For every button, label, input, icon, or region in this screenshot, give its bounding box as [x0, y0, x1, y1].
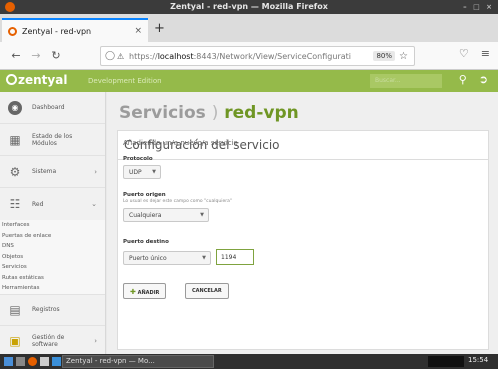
- tab-strip: Zentyal - red-vpn × +: [0, 14, 498, 42]
- protocol-label: Protocolo: [123, 156, 153, 162]
- zoom-level[interactable]: 80%: [373, 51, 396, 61]
- bookmark-star-icon[interactable]: ☆: [399, 51, 408, 62]
- url-bar[interactable]: ◯ ⚠ https://localhost:8443/Network/View/…: [100, 46, 415, 66]
- taskbar-tray: [428, 356, 464, 367]
- navigation-bar: ← → ↻ ◯ ⚠ https://localhost:8443/Network…: [0, 42, 498, 70]
- taskbar-task-firefox[interactable]: Zentyal - red-vpn — Mo...: [62, 355, 214, 368]
- page-title: Servicios ) red-vpn: [119, 103, 299, 123]
- close-icon[interactable]: ×: [134, 26, 142, 36]
- plus-icon: ✚: [130, 288, 136, 296]
- chevron-down-icon: ▼: [152, 169, 156, 175]
- source-port-help: Lo usual es dejar este campo como "cualq…: [123, 199, 232, 204]
- terminal-icon[interactable]: [40, 357, 49, 366]
- logout-icon[interactable]: ➲: [479, 73, 488, 86]
- sidebar: ◉ Dashboard ▦ Estado de los Módulos ⚙ Si…: [0, 92, 106, 358]
- sidebar-item-system[interactable]: ⚙ Sistema ›: [0, 156, 105, 188]
- submenu-item-objects[interactable]: Objetos: [0, 252, 105, 263]
- browser-tab[interactable]: Zentyal - red-vpn ×: [2, 18, 148, 42]
- chevron-right-icon: ›: [94, 337, 97, 345]
- zentyal-favicon-icon: [8, 26, 17, 36]
- back-icon[interactable]: ←: [6, 49, 26, 62]
- network-submenu: Interfaces Puertas de enlace DNS Objetos…: [0, 220, 105, 294]
- url-text[interactable]: https://localhost:8443/Network/View/Serv…: [129, 52, 373, 61]
- breadcrumb-parent[interactable]: Servicios: [119, 103, 206, 123]
- service-config-card: Configuración del servicio: [117, 130, 489, 350]
- search-input[interactable]: Buscar...: [370, 74, 442, 88]
- firefox-icon[interactable]: [28, 357, 37, 366]
- submenu-item-interfaces[interactable]: Interfaces: [0, 220, 105, 231]
- new-tab-icon[interactable]: +: [154, 21, 165, 36]
- protocol-select[interactable]: UDP ▼: [123, 165, 161, 179]
- breadcrumb-current: red-vpn: [224, 103, 299, 123]
- zentyal-header: zentyal Development Edition Buscar... ⚲ …: [0, 70, 498, 92]
- sidebar-item-software[interactable]: ▣ Gestión de software ›: [0, 326, 105, 358]
- dest-port-input[interactable]: 1194: [216, 249, 254, 265]
- breadcrumb-separator: ): [211, 103, 219, 123]
- form-subtitle: Añadiendo un/a nuevo/a servicio: [123, 139, 238, 147]
- dest-port-label: Puerto destino: [123, 239, 169, 245]
- sidebar-item-module-status[interactable]: ▦ Estado de los Módulos: [0, 124, 105, 156]
- submenu-item-static-routes[interactable]: Rutas estáticas: [0, 273, 105, 284]
- clock: 15:54: [468, 356, 489, 364]
- window-list-icon[interactable]: [52, 357, 61, 366]
- lock-icon[interactable]: ⚠: [117, 52, 129, 61]
- chevron-down-icon: ▼: [200, 212, 204, 218]
- logs-icon: ▤: [9, 302, 21, 317]
- module-status-icon: ▦: [9, 132, 21, 147]
- menu-launcher-icon[interactable]: [4, 357, 13, 366]
- window-title: Zentyal - red-vpn — Mozilla Firefox: [170, 2, 328, 11]
- dest-port-type-select[interactable]: Puerto único ▼: [123, 251, 211, 265]
- edition-label: Development Edition: [88, 77, 162, 85]
- window-controls[interactable]: – □ ×: [463, 0, 494, 14]
- zentyal-logo[interactable]: zentyal: [6, 73, 67, 87]
- submenu-item-tools[interactable]: Herramientas: [0, 283, 105, 294]
- sidebar-item-logs[interactable]: ▤ Registros: [0, 293, 105, 326]
- menu-icon[interactable]: ≡: [481, 47, 490, 60]
- source-port-select[interactable]: Cualquiera ▼: [123, 208, 209, 222]
- add-button[interactable]: ✚ AÑADIR: [123, 283, 167, 299]
- network-icon: ☷: [9, 197, 21, 211]
- main-content: Servicios ) red-vpn Configuración del se…: [107, 92, 498, 354]
- submenu-item-gateways[interactable]: Puertas de enlace: [0, 231, 105, 242]
- chevron-down-icon: ▼: [202, 255, 206, 261]
- shield-icon: ◯: [105, 51, 116, 61]
- source-port-label: Puerto origen: [123, 192, 166, 198]
- gear-icon: ⚙: [9, 164, 21, 179]
- tab-title: Zentyal - red-vpn: [22, 26, 92, 36]
- sidebar-item-dashboard[interactable]: ◉ Dashboard: [0, 92, 105, 124]
- reload-icon[interactable]: ↻: [46, 49, 66, 62]
- dashboard-icon: ◉: [8, 100, 22, 115]
- firefox-icon: [5, 2, 15, 12]
- submenu-item-dns[interactable]: DNS: [0, 241, 105, 252]
- sidebar-item-network[interactable]: ☷ Red ⌄: [0, 188, 105, 220]
- submenu-item-services[interactable]: Servicios: [0, 262, 105, 273]
- software-icon: ▣: [9, 334, 21, 348]
- taskbar: Zentyal - red-vpn — Mo... 15:54: [0, 354, 498, 369]
- files-icon[interactable]: [16, 357, 25, 366]
- forward-icon[interactable]: →: [26, 49, 46, 62]
- chevron-down-icon: ⌄: [91, 200, 97, 208]
- chevron-right-icon: ›: [94, 167, 97, 176]
- pocket-icon[interactable]: ♡: [459, 47, 469, 60]
- cancel-button[interactable]: CANCELAR: [185, 283, 229, 299]
- window-titlebar: Zentyal - red-vpn — Mozilla Firefox – □ …: [0, 0, 498, 14]
- search-icon[interactable]: ⚲: [459, 73, 467, 86]
